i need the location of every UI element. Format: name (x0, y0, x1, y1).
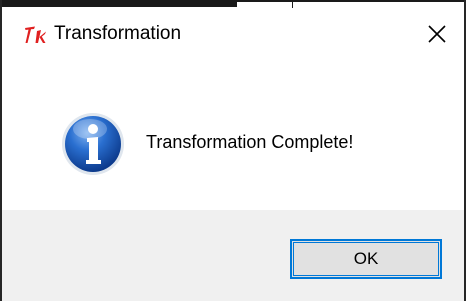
message-dialog: Transformation Transformation Complete! (0, 0, 466, 301)
title-bar[interactable]: Transformation (2, 8, 464, 58)
dialog-title: Transformation (54, 23, 182, 44)
parent-window-edge (0, 0, 466, 8)
close-icon (428, 25, 446, 43)
ok-button-label: OK (353, 249, 379, 268)
ok-button[interactable]: OK (290, 239, 442, 279)
close-button[interactable] (414, 16, 460, 52)
dialog-message: Transformation Complete! (146, 132, 354, 152)
info-icon (62, 113, 124, 175)
dialog-body: Transformation Complete! (2, 58, 464, 210)
dialog-footer: OK (2, 210, 464, 301)
tk-feather-icon (25, 26, 46, 43)
